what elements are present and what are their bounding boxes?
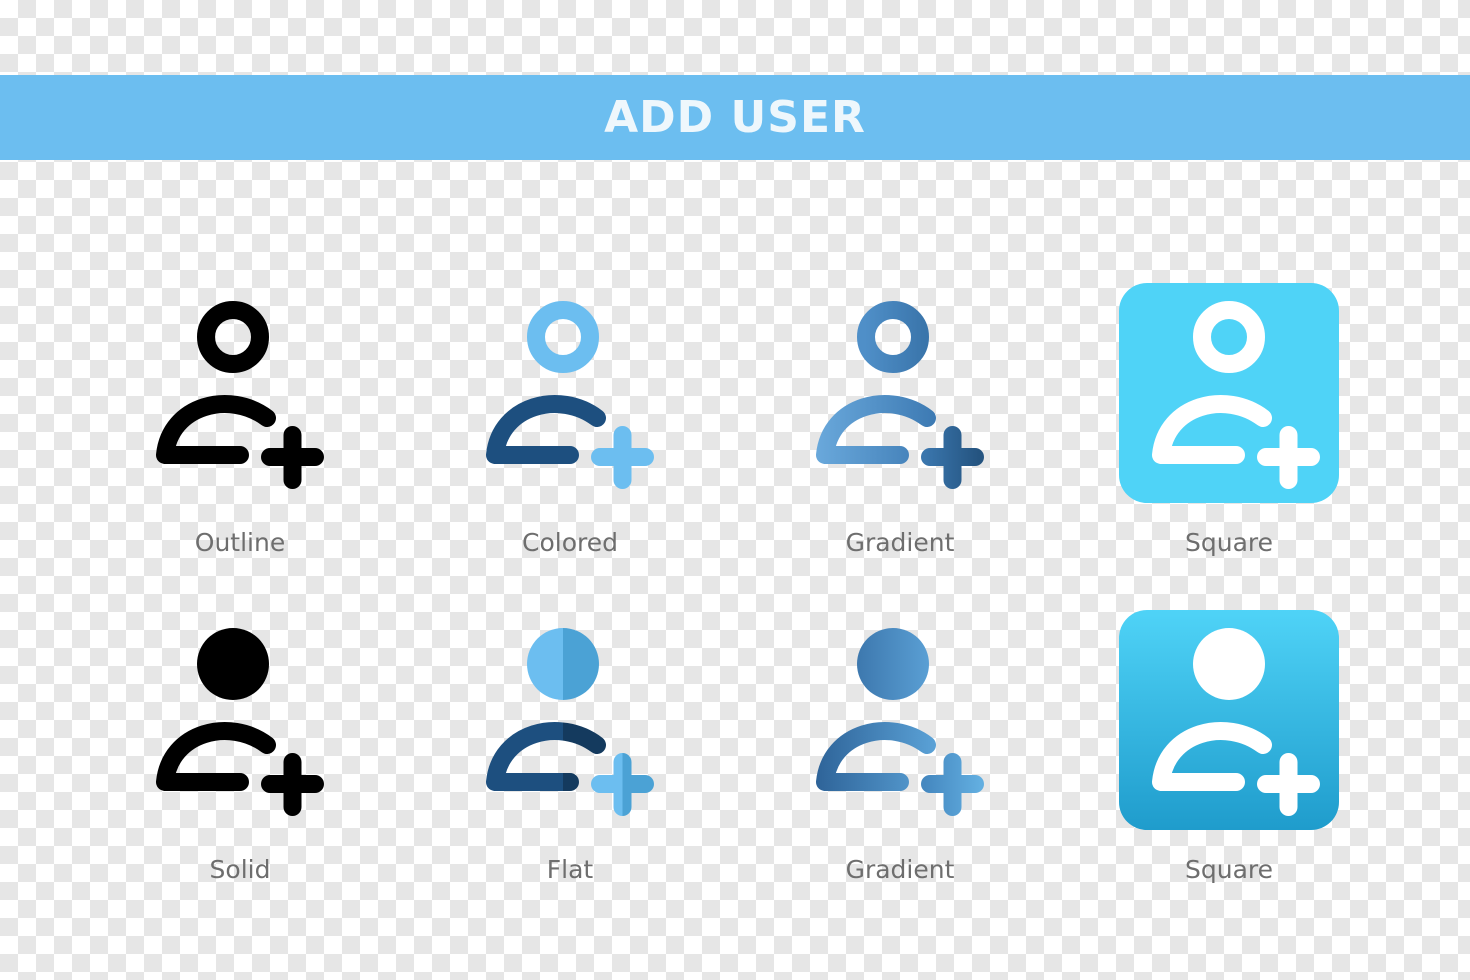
icon-card-colored[interactable]: Colored — [455, 290, 685, 570]
add-user-square-outline-icon — [1119, 283, 1339, 503]
icon-card-outline[interactable]: Outline — [125, 290, 355, 570]
add-user-colored-icon — [486, 301, 654, 489]
icon-card-square-outline[interactable]: Square — [1114, 283, 1344, 563]
icon-label: Flat — [546, 855, 594, 884]
icon-label: Gradient — [845, 528, 955, 557]
add-user-flat-icon — [486, 628, 654, 816]
icon-label: Colored — [522, 528, 618, 557]
icon-label: Square — [1184, 528, 1273, 557]
icon-label: Outline — [194, 528, 286, 557]
title-banner: ADD USER — [0, 75, 1470, 160]
icon-card-flat[interactable]: Flat — [455, 617, 685, 897]
add-user-gradient-outline-icon — [816, 301, 984, 489]
icon-card-gradient-solid[interactable]: Gradient — [785, 617, 1015, 897]
icon-card-solid[interactable]: Solid — [125, 617, 355, 897]
icon-label: Solid — [209, 855, 271, 884]
add-user-solid-icon — [156, 628, 324, 816]
icon-label: Square — [1184, 855, 1273, 884]
add-user-square-solid-icon — [1119, 610, 1339, 830]
add-user-outline-icon — [156, 301, 324, 489]
icon-card-gradient-outline[interactable]: Gradient — [785, 290, 1015, 570]
add-user-gradient-solid-icon — [816, 628, 984, 816]
icon-card-square-solid[interactable]: Square — [1114, 610, 1344, 890]
page-title: ADD USER — [604, 92, 866, 143]
icon-label: Gradient — [845, 855, 955, 884]
